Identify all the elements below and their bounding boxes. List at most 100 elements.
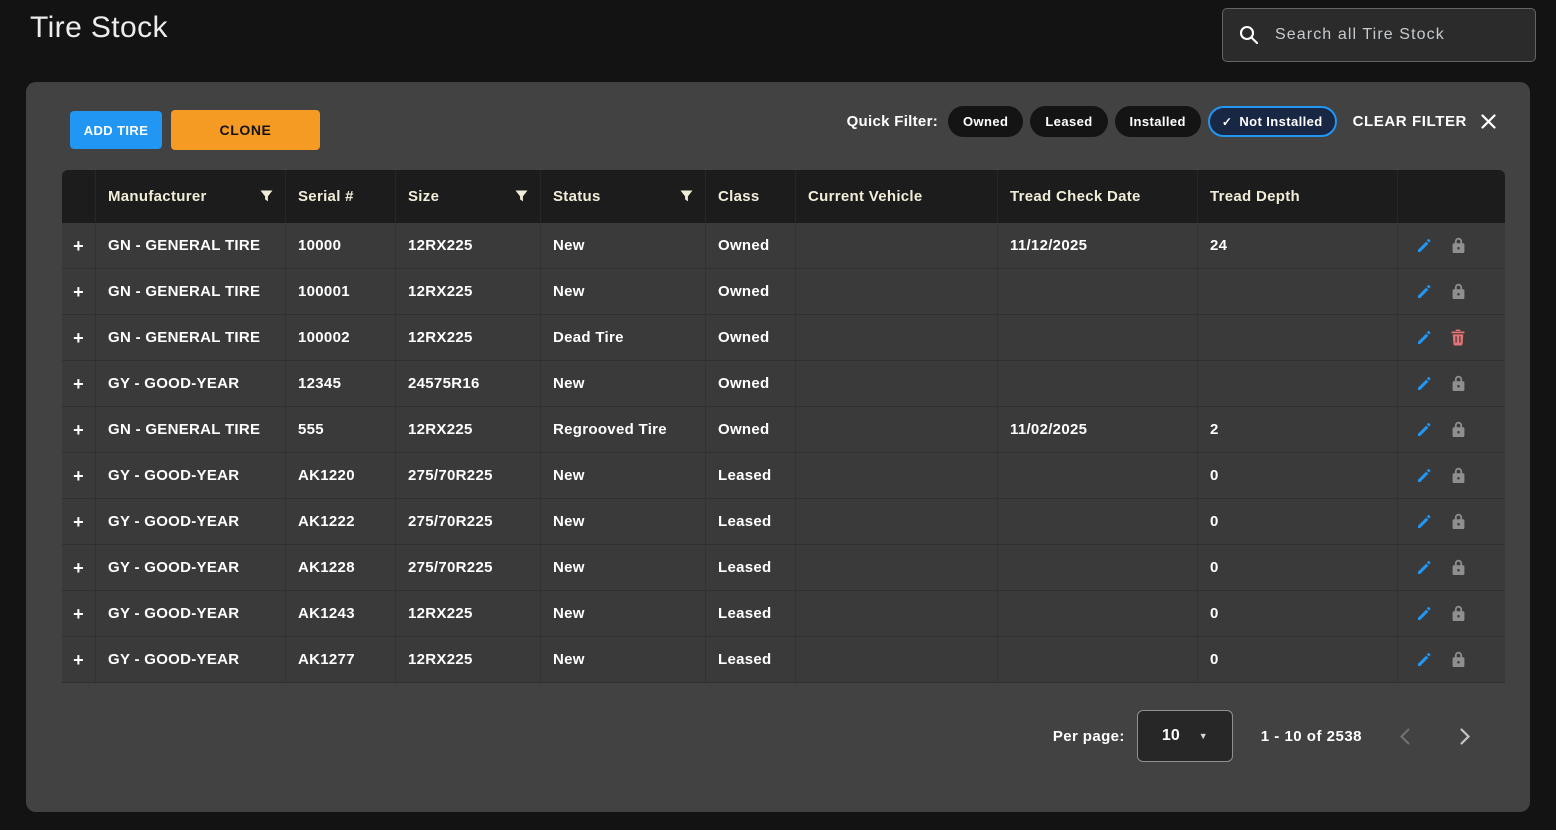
expand-row-button[interactable]: + — [62, 315, 95, 360]
cell-class: Leased — [705, 545, 795, 590]
lock-button[interactable] — [1451, 513, 1466, 530]
edit-button[interactable] — [1416, 237, 1433, 254]
expand-row-button[interactable]: + — [62, 453, 95, 498]
header-serial[interactable]: Serial # — [285, 170, 395, 223]
filter-chip-owned[interactable]: Owned — [948, 106, 1023, 137]
lock-button[interactable] — [1451, 237, 1466, 254]
column-label: Size — [408, 188, 439, 205]
cell-current-vehicle — [795, 637, 997, 682]
cell-manufacturer: GN - GENERAL TIRE — [95, 269, 285, 314]
cell-tread-depth: 2 — [1197, 407, 1397, 452]
edit-button[interactable] — [1416, 513, 1433, 530]
table-row: + GN - GENERAL TIRE 100001 12RX225 New O… — [62, 269, 1505, 315]
cell-manufacturer: GY - GOOD-YEAR — [95, 545, 285, 590]
expand-row-button[interactable]: + — [62, 591, 95, 636]
cell-tread-depth: 0 — [1197, 591, 1397, 636]
cell-status: New — [540, 223, 705, 268]
lock-button[interactable] — [1451, 559, 1466, 576]
lock-button[interactable] — [1451, 421, 1466, 438]
cell-status: New — [540, 591, 705, 636]
header-expand — [62, 170, 95, 223]
header-manufacturer[interactable]: Manufacturer — [95, 170, 285, 223]
cell-manufacturer: GY - GOOD-YEAR — [95, 591, 285, 636]
edit-button[interactable] — [1416, 651, 1433, 668]
cell-tread-check-date: 11/02/2025 — [997, 407, 1197, 452]
filter-funnel-icon[interactable] — [260, 190, 273, 203]
cell-manufacturer: GY - GOOD-YEAR — [95, 637, 285, 682]
cell-class: Leased — [705, 453, 795, 498]
column-label: Current Vehicle — [808, 188, 923, 205]
edit-button[interactable] — [1416, 467, 1433, 484]
edit-button[interactable] — [1416, 375, 1433, 392]
cell-tread-check-date — [997, 453, 1197, 498]
expand-row-button[interactable]: + — [62, 407, 95, 452]
expand-row-button[interactable]: + — [62, 637, 95, 682]
filter-chip-installed[interactable]: Installed — [1115, 106, 1201, 137]
next-page-button[interactable] — [1447, 727, 1484, 746]
plus-icon: + — [73, 375, 84, 393]
clone-button[interactable]: CLONE — [171, 110, 320, 150]
cell-actions — [1397, 545, 1505, 590]
cell-size: 12RX225 — [395, 315, 540, 360]
header-tread-check-date[interactable]: Tread Check Date — [997, 170, 1197, 223]
cell-actions — [1397, 591, 1505, 636]
header-status[interactable]: Status — [540, 170, 705, 223]
filter-funnel-icon[interactable] — [515, 190, 528, 203]
prev-page-button[interactable] — [1386, 727, 1423, 746]
expand-row-button[interactable]: + — [62, 223, 95, 268]
cell-tread-check-date — [997, 591, 1197, 636]
global-search[interactable] — [1222, 8, 1536, 62]
cell-tread-depth: 0 — [1197, 637, 1397, 682]
chip-label: Not Installed — [1239, 114, 1322, 129]
header-size[interactable]: Size — [395, 170, 540, 223]
clear-filter-x-icon[interactable] — [1480, 113, 1497, 130]
table-row: + GY - GOOD-YEAR AK1228 275/70R225 New L… — [62, 545, 1505, 591]
cell-serial: AK1277 — [285, 637, 395, 682]
cell-actions — [1397, 223, 1505, 268]
lock-button[interactable] — [1451, 375, 1466, 392]
cell-tread-check-date — [997, 637, 1197, 682]
cell-current-vehicle — [795, 591, 997, 636]
cell-serial: AK1243 — [285, 591, 395, 636]
cell-serial: 555 — [285, 407, 395, 452]
clear-filter-button[interactable]: CLEAR FILTER — [1353, 113, 1467, 130]
column-label: Status — [553, 188, 601, 205]
plus-icon: + — [73, 421, 84, 439]
filter-chip-leased[interactable]: Leased — [1030, 106, 1107, 137]
cell-status: Dead Tire — [540, 315, 705, 360]
tire-stock-table: Manufacturer Serial # Size Status Class … — [62, 170, 1505, 683]
header-current-vehicle[interactable]: Current Vehicle — [795, 170, 997, 223]
cell-current-vehicle — [795, 453, 997, 498]
edit-button[interactable] — [1416, 559, 1433, 576]
caret-down-icon: ▼ — [1199, 731, 1208, 741]
lock-button[interactable] — [1451, 651, 1466, 668]
search-input[interactable] — [1273, 25, 1520, 45]
cell-size: 12RX225 — [395, 591, 540, 636]
edit-button[interactable] — [1416, 283, 1433, 300]
expand-row-button[interactable]: + — [62, 499, 95, 544]
expand-row-button[interactable]: + — [62, 361, 95, 406]
lock-button[interactable] — [1451, 283, 1466, 300]
cell-manufacturer: GN - GENERAL TIRE — [95, 315, 285, 360]
filter-funnel-icon[interactable] — [680, 190, 693, 203]
lock-button[interactable] — [1451, 605, 1466, 622]
add-tire-button[interactable]: ADD TIRE — [70, 111, 162, 149]
expand-row-button[interactable]: + — [62, 545, 95, 590]
edit-button[interactable] — [1416, 421, 1433, 438]
lock-button[interactable] — [1451, 467, 1466, 484]
chip-label: Leased — [1045, 114, 1092, 129]
plus-icon: + — [73, 513, 84, 531]
edit-button[interactable] — [1416, 605, 1433, 622]
delete-button[interactable] — [1451, 329, 1465, 346]
quick-filter-bar: Quick Filter: Owned Leased Installed ✓ N… — [847, 106, 1497, 137]
cell-tread-depth — [1197, 315, 1397, 360]
filter-chip-not-installed[interactable]: ✓ Not Installed — [1208, 106, 1337, 137]
cell-serial: 10000 — [285, 223, 395, 268]
expand-row-button[interactable]: + — [62, 269, 95, 314]
cell-size: 12RX225 — [395, 223, 540, 268]
edit-button[interactable] — [1416, 329, 1433, 346]
header-tread-depth[interactable]: Tread Depth — [1197, 170, 1397, 223]
per-page-select[interactable]: 10 ▼ — [1137, 710, 1233, 762]
chip-label: Owned — [963, 114, 1008, 129]
header-class[interactable]: Class — [705, 170, 795, 223]
